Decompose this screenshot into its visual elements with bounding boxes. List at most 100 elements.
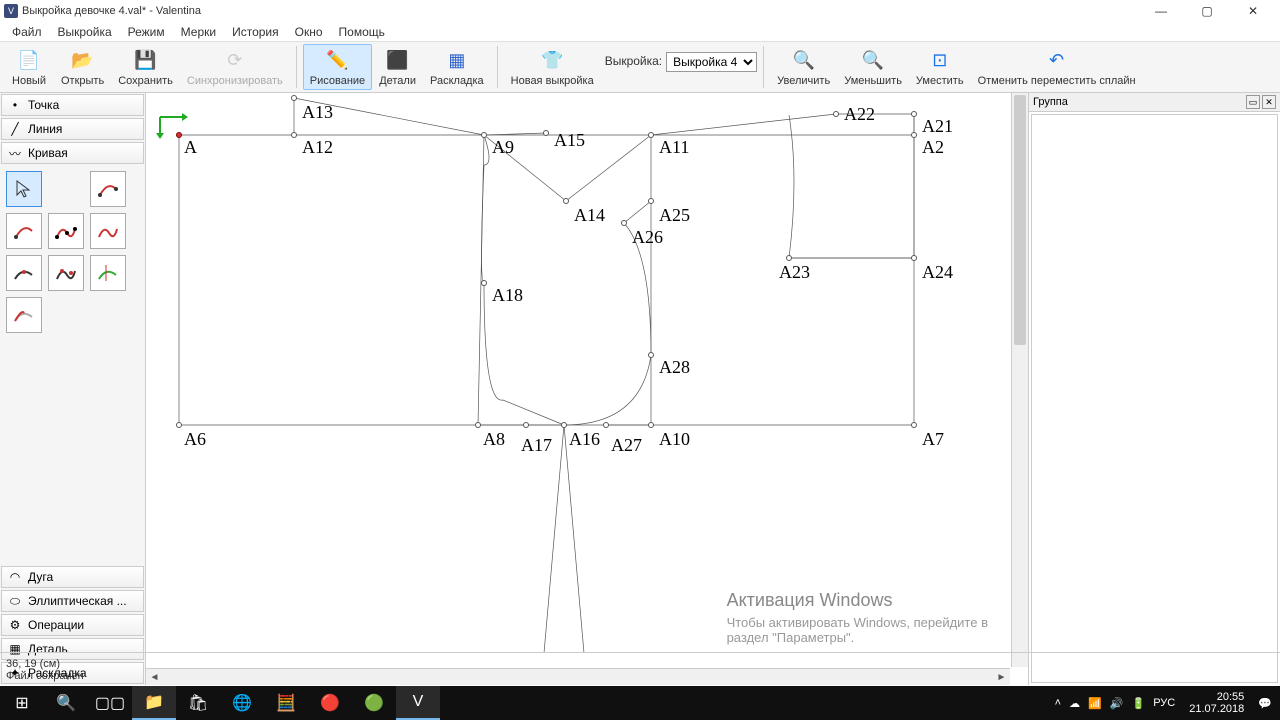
tray-battery-icon[interactable]: 🔋	[1132, 697, 1146, 710]
save-button[interactable]: 💾Сохранить	[111, 44, 180, 90]
point-A17[interactable]	[523, 422, 529, 428]
chrome-taskbar-icon[interactable]: 🌐	[220, 686, 264, 720]
tool-spline6[interactable]	[48, 255, 84, 291]
label-A14: A14	[574, 205, 605, 226]
zoom-in-button[interactable]: 🔍Увеличить	[770, 44, 837, 90]
tool-spline4[interactable]	[90, 213, 126, 249]
menu-Выкройка[interactable]: Выкройка	[50, 23, 120, 41]
tray-chevron-icon[interactable]: ˄	[1055, 697, 1061, 709]
point-A11[interactable]	[648, 132, 654, 138]
tray-volume-icon[interactable]: 🔊	[1110, 697, 1124, 710]
point-A9[interactable]	[481, 132, 487, 138]
label-A18: A18	[492, 285, 523, 306]
tray-notifications-icon[interactable]: 💬	[1258, 697, 1272, 710]
point-A13[interactable]	[291, 95, 297, 101]
menu-Помощь[interactable]: Помощь	[331, 23, 393, 41]
point-A12[interactable]	[291, 132, 297, 138]
acc-point[interactable]: •Точка	[1, 94, 144, 116]
zoom-out-button[interactable]: 🔍Уменьшить	[837, 44, 909, 90]
tray-network-icon[interactable]: 📶	[1088, 697, 1102, 710]
sync-button[interactable]: ⟳Синхронизировать	[180, 44, 290, 90]
toolbar: 📄Новый 📂Открыть 💾Сохранить ⟳Синхронизиро…	[0, 42, 1280, 93]
tool-spline3[interactable]	[48, 213, 84, 249]
point-A14[interactable]	[563, 198, 569, 204]
zoom-out-icon: 🔍	[860, 47, 886, 73]
acc-line[interactable]: ╱Линия	[1, 118, 144, 140]
point-A25[interactable]	[648, 198, 654, 204]
label-A24: A24	[922, 262, 953, 283]
tool-spline8[interactable]	[6, 297, 42, 333]
panel-close-button[interactable]: ✕	[1262, 95, 1276, 109]
store-taskbar-icon[interactable]: 🛍	[176, 686, 220, 720]
tool-spline7[interactable]	[90, 255, 126, 291]
task-view-button[interactable]: ▢▢	[88, 686, 132, 720]
new-button[interactable]: 📄Новый	[4, 44, 54, 90]
label-A26: A26	[632, 227, 663, 248]
point-A18[interactable]	[481, 280, 487, 286]
point-A8[interactable]	[475, 422, 481, 428]
details-mode-button[interactable]: ⬛Детали	[372, 44, 423, 90]
acc-elliptical[interactable]: ⬭Эллиптическая ...	[1, 590, 144, 612]
valentina-taskbar-icon[interactable]: V	[396, 686, 440, 720]
point-A23[interactable]	[786, 255, 792, 261]
point-A16[interactable]	[561, 422, 567, 428]
utorrent-taskbar-icon[interactable]: 🟢	[352, 686, 396, 720]
point-A24[interactable]	[911, 255, 917, 261]
ellipse-icon: ⬭	[8, 594, 22, 608]
point-A22[interactable]	[833, 111, 839, 117]
calc-taskbar-icon[interactable]: 🧮	[264, 686, 308, 720]
zoom-fit-button[interactable]: ⊡Уместить	[909, 44, 971, 90]
menu-Окно[interactable]: Окно	[287, 23, 331, 41]
vertical-scrollbar[interactable]	[1011, 93, 1028, 667]
point-A15[interactable]	[543, 130, 549, 136]
tool-arrow[interactable]	[6, 171, 42, 207]
menu-Режим[interactable]: Режим	[120, 23, 173, 41]
menu-Файл[interactable]: Файл	[4, 23, 50, 41]
group-panel-header: Группа ▭ ✕	[1029, 93, 1280, 112]
tray-onedrive-icon[interactable]: ☁	[1069, 697, 1080, 710]
label-A15: A15	[554, 130, 585, 151]
point-A2[interactable]	[911, 132, 917, 138]
acc-operations[interactable]: ⚙Операции	[1, 614, 144, 636]
maximize-button[interactable]: ▢	[1184, 0, 1230, 22]
point-A[interactable]	[176, 132, 182, 138]
tool-spline1[interactable]	[90, 171, 126, 207]
close-button[interactable]: ✕	[1230, 0, 1276, 22]
point-A28[interactable]	[648, 352, 654, 358]
point-A7[interactable]	[911, 422, 917, 428]
start-button[interactable]: ⊞	[0, 686, 44, 720]
tray-lang[interactable]: РУС	[1153, 697, 1175, 709]
new-pattern-button[interactable]: 👕Новая выкройка	[504, 44, 601, 90]
canvas-area: AA13A12A9A15A11A21A2A22A14A25A26A18A23A2…	[146, 93, 1028, 685]
tool-spline5[interactable]	[6, 255, 42, 291]
drawing-canvas[interactable]: AA13A12A9A15A11A21A2A22A14A25A26A18A23A2…	[146, 93, 1010, 667]
taskbar-clock[interactable]: 20:5521.07.2018	[1183, 691, 1250, 715]
label-A6: A6	[184, 429, 206, 450]
label-A10: A10	[659, 429, 690, 450]
point-A10[interactable]	[648, 422, 654, 428]
yandex-taskbar-icon[interactable]: 🔴	[308, 686, 352, 720]
label-A11: A11	[659, 137, 689, 158]
label-A7: A7	[922, 429, 944, 450]
point-A26[interactable]	[621, 220, 627, 226]
zoom-fit-icon: ⊡	[927, 47, 953, 73]
draw-mode-button[interactable]: ✏️Рисование	[303, 44, 372, 90]
layout-mode-button[interactable]: ▦Раскладка	[423, 44, 491, 90]
open-button[interactable]: 📂Открыть	[54, 44, 111, 90]
minimize-button[interactable]: —	[1138, 0, 1184, 22]
status-message: Файл сохранен	[6, 670, 1274, 682]
undo-spline-button[interactable]: ↶Отменить переместить сплайн	[971, 44, 1143, 90]
explorer-taskbar-icon[interactable]: 📁	[132, 686, 176, 720]
pattern-select[interactable]: Выкройка 4	[666, 52, 757, 72]
panel-undock-button[interactable]: ▭	[1246, 95, 1260, 109]
point-A6[interactable]	[176, 422, 182, 428]
acc-curve[interactable]: 〰Кривая	[1, 142, 144, 164]
search-button[interactable]: 🔍	[44, 686, 88, 720]
point-A21[interactable]	[911, 111, 917, 117]
system-tray[interactable]: ˄ ☁ 📶 🔊 🔋 РУС 20:5521.07.2018 💬	[1047, 691, 1280, 715]
menu-История[interactable]: История	[224, 23, 287, 41]
menu-Мерки[interactable]: Мерки	[173, 23, 224, 41]
tool-spline2[interactable]	[6, 213, 42, 249]
point-A27[interactable]	[603, 422, 609, 428]
acc-arc[interactable]: ◠Дуга	[1, 566, 144, 588]
